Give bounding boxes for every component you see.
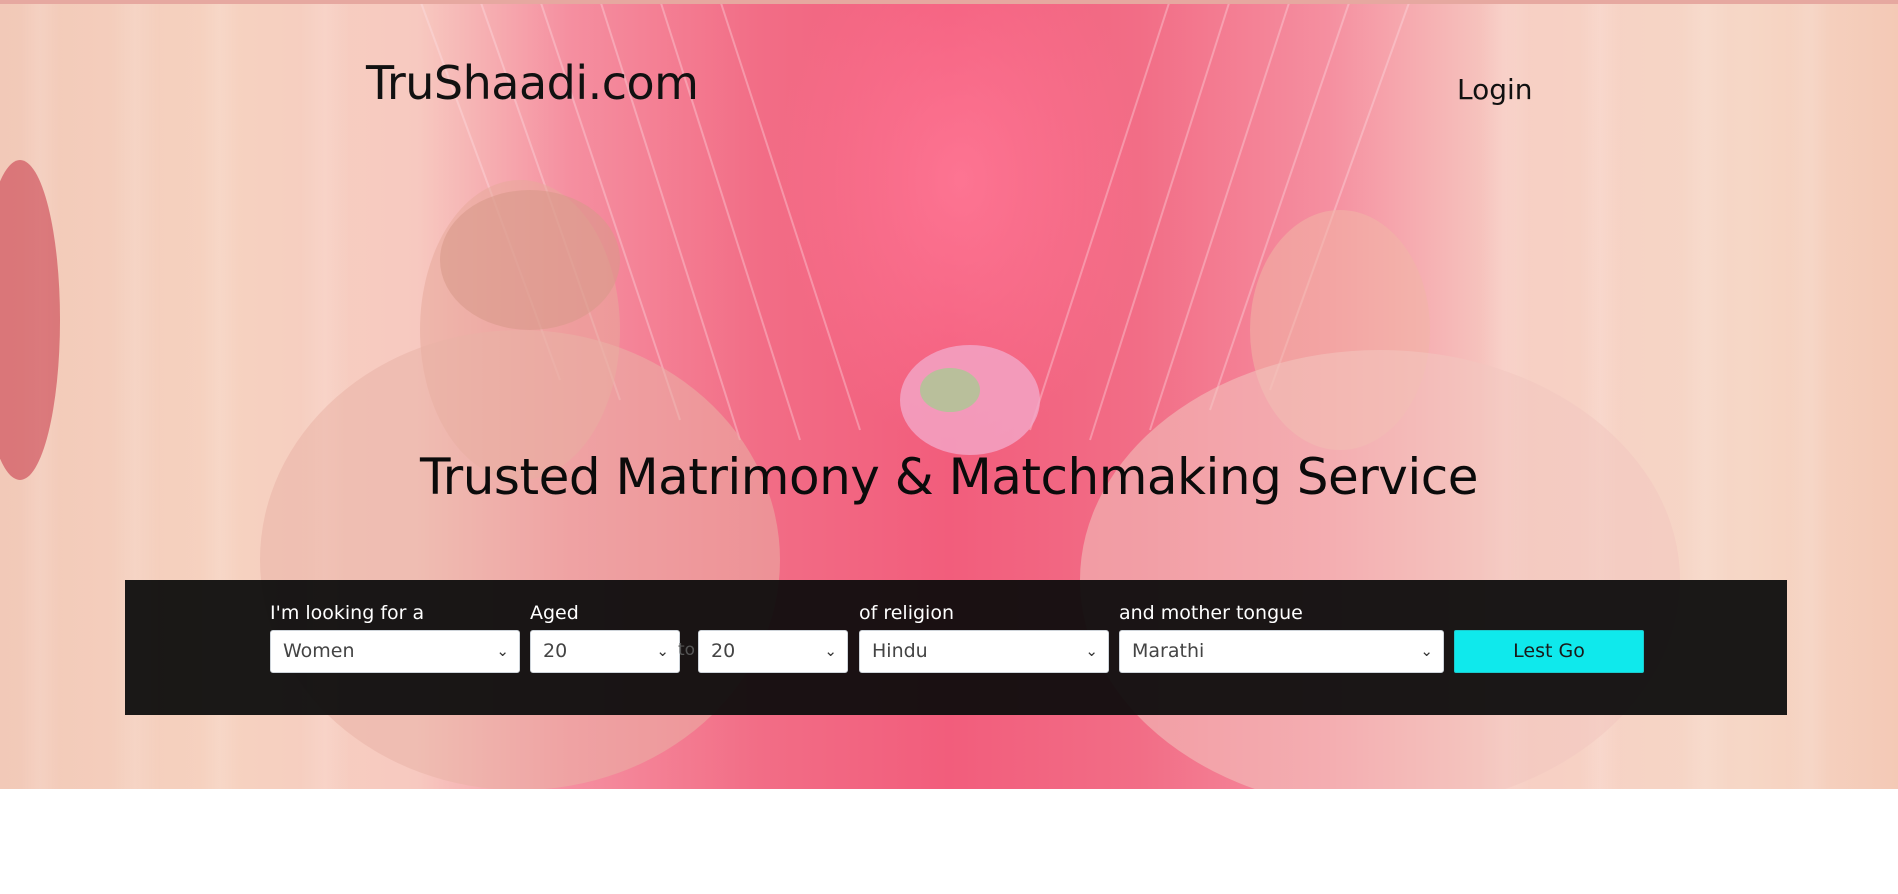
gender-select[interactable]: Women ⌄: [270, 630, 520, 673]
age-max-select[interactable]: 20 ⌄: [698, 630, 848, 673]
religion-select[interactable]: Hindu ⌄: [859, 630, 1109, 673]
mother-tongue-select[interactable]: Marathi ⌄: [1119, 630, 1444, 673]
curtain-rod: [0, 0, 1898, 4]
looking-for-label: I'm looking for a: [270, 602, 425, 624]
site-logo[interactable]: TruShaadi.com: [366, 56, 699, 110]
chevron-down-icon: ⌄: [496, 642, 509, 660]
aged-label: Aged: [530, 602, 579, 624]
chevron-down-icon: ⌄: [1420, 642, 1433, 660]
religion-label: of religion: [859, 602, 954, 624]
chevron-down-icon: ⌄: [824, 642, 837, 660]
gender-select-value: Women: [283, 640, 355, 662]
age-min-value: 20: [543, 640, 568, 662]
login-link[interactable]: Login: [1457, 73, 1533, 106]
chevron-down-icon: ⌄: [1085, 642, 1098, 660]
partner-search-bar: I'm looking for a Women ⌄ Aged 20 ⌄ to 2…: [125, 580, 1787, 715]
chevron-down-icon: ⌄: [656, 642, 669, 660]
hero-headline: Trusted Matrimony & Matchmaking Service: [419, 448, 1479, 506]
mother-tongue-select-value: Marathi: [1132, 640, 1205, 662]
mother-tongue-label: and mother tongue: [1119, 602, 1303, 624]
religion-select-value: Hindu: [872, 640, 928, 662]
age-min-select[interactable]: 20 ⌄: [530, 630, 680, 673]
age-range-separator: to: [678, 640, 696, 660]
age-max-value: 20: [711, 640, 736, 662]
search-submit-button[interactable]: Lest Go: [1454, 630, 1644, 673]
